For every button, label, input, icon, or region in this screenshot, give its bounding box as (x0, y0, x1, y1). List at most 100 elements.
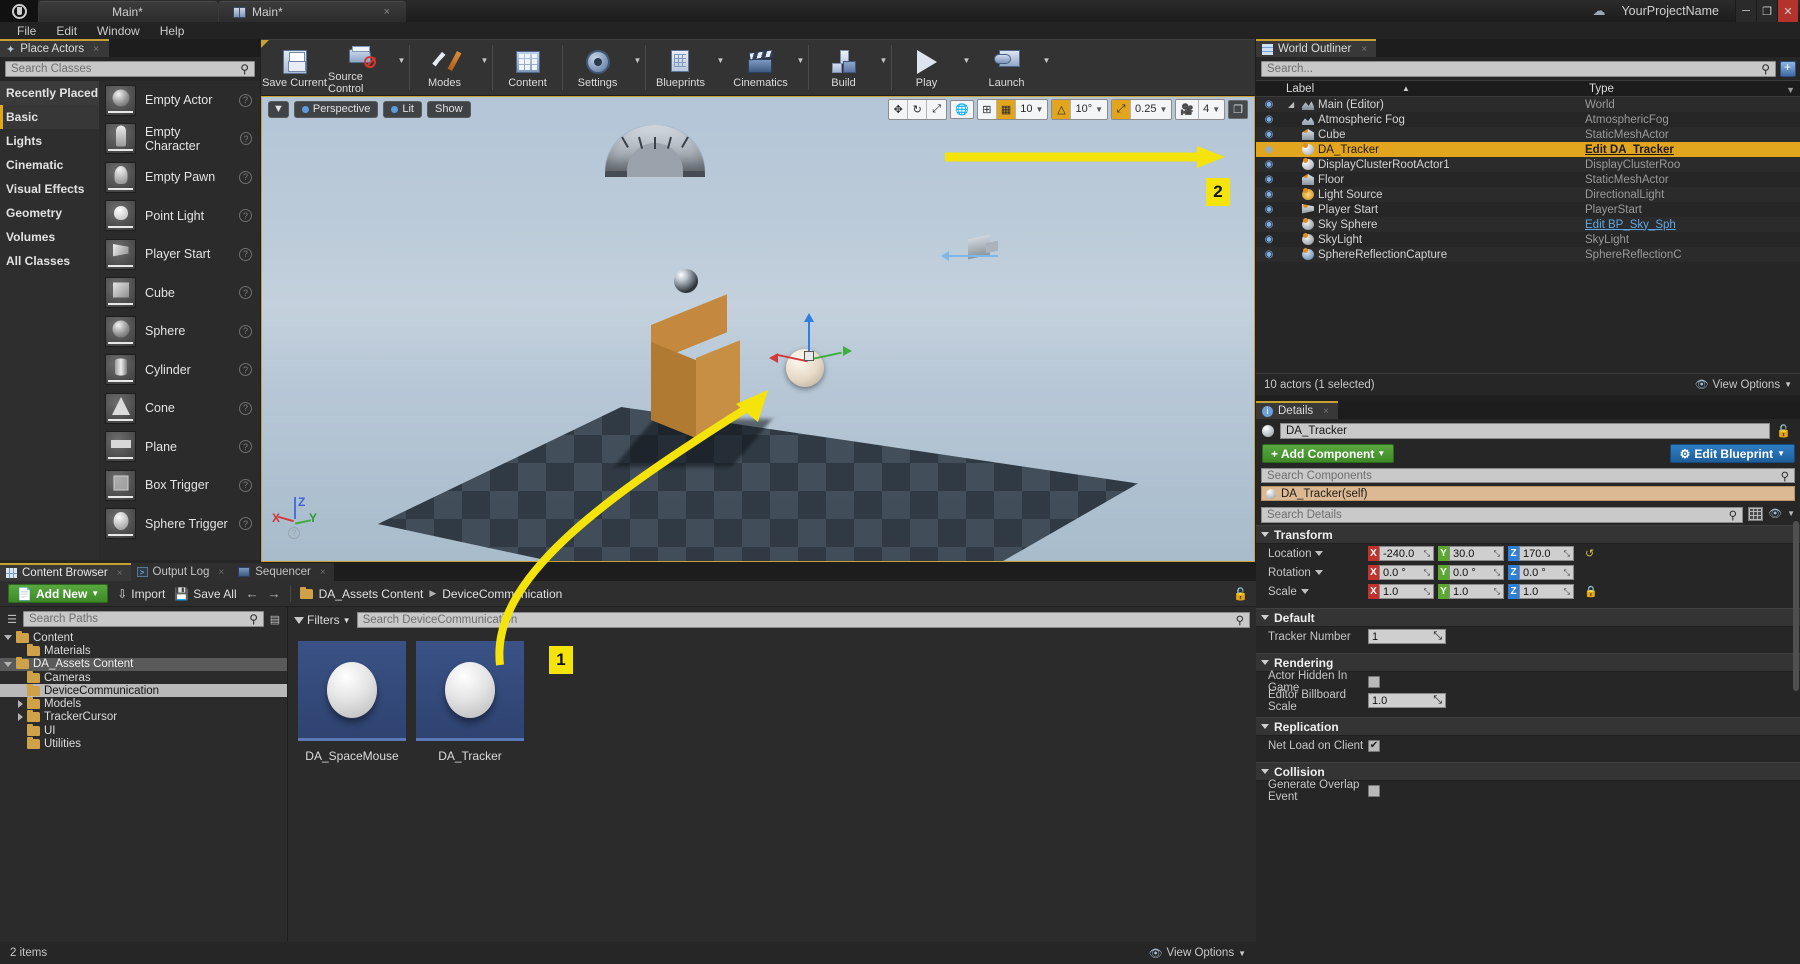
number-input[interactable]: 1.0 ⤡ (1368, 693, 1446, 708)
back-button[interactable]: ← (246, 586, 259, 601)
chevron-down-icon[interactable]: ▼ (794, 40, 807, 95)
spinner-icon[interactable]: ⤡ (1424, 587, 1430, 597)
content-tree-row[interactable]: DeviceCommunication (0, 683, 287, 698)
toolbar-save-current-button[interactable]: Save Current (261, 40, 328, 95)
scale-snap-toggle[interactable]: ⤢ (1112, 99, 1132, 119)
visibility-eye-icon[interactable]: ◉ (1256, 234, 1282, 245)
viewport-camera-actor[interactable] (941, 233, 1002, 267)
place-actors-category-recently-placed[interactable]: Recently Placed (0, 81, 99, 105)
spinner-icon[interactable]: ⤡ (1433, 630, 1442, 643)
search-components-input[interactable]: Search Components ⚲ (1261, 468, 1795, 483)
content-tree-row[interactable]: Content (0, 630, 287, 644)
expand-triangle-icon[interactable] (18, 713, 23, 722)
reset-to-default-icon[interactable]: ↺ (1585, 547, 1594, 560)
viewport-perspective-button[interactable]: Perspective (293, 100, 379, 118)
checkbox[interactable]: ✔ (1368, 739, 1380, 752)
toolbar-cinematics-button[interactable]: Cinematics (727, 40, 794, 95)
lock-icon[interactable]: 🔓 (1776, 424, 1795, 438)
outliner-row[interactable]: ◉ DisplayClusterRootActor1 DisplayClusterR… (1256, 157, 1800, 172)
lock-icon[interactable]: 🔓 (1233, 587, 1248, 601)
viewport-show-button[interactable]: Show (427, 100, 471, 118)
content-tree-row[interactable]: Cameras (0, 670, 287, 684)
outliner-row[interactable]: ◉ Atmospheric Fog AtmosphericFog (1256, 112, 1800, 127)
place-actor-item[interactable]: Cylinder? (99, 351, 260, 390)
visibility-eye-icon[interactable]: ◉ (1256, 114, 1282, 125)
help-icon[interactable]: ? (239, 401, 252, 415)
sources-filter-icon[interactable]: ☰ (5, 613, 19, 626)
outliner-row[interactable]: ◉ DA_Tracker Edit DA_Tracker (1256, 142, 1800, 157)
search-paths-input[interactable]: Search Paths ⚲ (23, 611, 264, 627)
filters-button[interactable]: Filters ▼ (294, 613, 351, 627)
toolbar-modes-button[interactable]: Modes (411, 40, 478, 95)
axis-x-input[interactable]: -240.0 ⤡ (1379, 546, 1434, 561)
visibility-eye-icon[interactable]: ◉ (1256, 144, 1282, 155)
close-icon[interactable]: × (1323, 406, 1329, 417)
help-icon[interactable]: ? (239, 132, 252, 146)
chevron-down-icon[interactable]: ▼ (877, 40, 890, 95)
close-icon[interactable]: × (320, 567, 326, 578)
add-new-button[interactable]: 📄 Add New ▼ (8, 584, 109, 603)
place-actors-category-visual-effects[interactable]: Visual Effects (0, 177, 99, 201)
place-actor-item[interactable]: Empty Character? (99, 120, 260, 159)
toolbar-content-button[interactable]: Content (494, 40, 561, 95)
sources-options-icon[interactable]: ▤ (268, 613, 282, 626)
help-icon[interactable]: ? (239, 517, 252, 531)
visibility-eye-icon[interactable]: ◉ (1256, 129, 1282, 140)
tab-place-actors[interactable]: ✦ Place Actors × (0, 39, 109, 57)
filter-icon[interactable]: ▼ (1786, 85, 1795, 95)
outliner-row[interactable]: ◉ Light Source DirectionalLight (1256, 187, 1800, 202)
place-actor-item[interactable]: Box Trigger? (99, 466, 260, 505)
world-space-toggle[interactable]: 🌐 (950, 99, 974, 119)
place-actor-item[interactable]: Empty Pawn? (99, 158, 260, 197)
cloud-icon[interactable]: ☁ (1592, 3, 1605, 19)
minimize-button[interactable]: ─ (1735, 0, 1756, 22)
help-icon[interactable]: ? (239, 93, 252, 107)
place-actor-item[interactable]: Sphere Trigger? (99, 505, 260, 544)
help-icon[interactable]: ? (239, 478, 252, 492)
place-actors-category-volumes[interactable]: Volumes (0, 225, 99, 249)
breadcrumb-item-0[interactable]: DA_Assets Content (319, 587, 424, 601)
help-icon[interactable]: ? (239, 324, 252, 338)
viewport-viewmode-button[interactable]: Lit (383, 100, 422, 118)
content-tree-row[interactable]: Models (0, 697, 287, 710)
spinner-icon[interactable]: ⤡ (1433, 694, 1442, 707)
axis-x-input[interactable]: 1.0 ⤡ (1379, 584, 1434, 599)
toolbar-blueprints-button[interactable]: Blueprints (647, 40, 714, 95)
help-icon[interactable]: ? (239, 363, 252, 377)
help-icon[interactable]: ? (239, 170, 252, 184)
number-input[interactable]: 1 ⤡ (1368, 629, 1446, 644)
search-details-input[interactable]: Search Details ⚲ (1261, 507, 1744, 523)
toolbar-launch-button[interactable]: Launch (973, 40, 1040, 95)
outliner-row[interactable]: ◉ Player Start PlayerStart (1256, 202, 1800, 217)
grid-snap-value[interactable]: 10 ▼ (1016, 100, 1047, 119)
outliner-row[interactable]: ◉ Cube StaticMeshActor (1256, 127, 1800, 142)
tab-details[interactable]: i Details × (1256, 401, 1338, 419)
spinner-icon[interactable]: ⤡ (1494, 549, 1500, 559)
chevron-down-icon[interactable]: ▼ (1040, 40, 1053, 95)
surface-snap-toggle[interactable]: ⊞ (978, 99, 997, 119)
expand-triangle-icon[interactable] (4, 661, 12, 667)
details-section-replication[interactable]: Replication (1256, 717, 1800, 736)
place-actor-item[interactable]: Plane? (99, 428, 260, 467)
close-icon[interactable]: × (218, 567, 224, 578)
toolbar-play-button[interactable]: Play (893, 40, 960, 95)
spinner-icon[interactable]: ⤡ (1424, 549, 1430, 559)
tab-world-outliner[interactable]: World Outliner × (1256, 39, 1377, 57)
window-tab-main-1[interactable]: Main* (38, 1, 218, 22)
search-classes-input[interactable]: Search Classes ⚲ (5, 61, 255, 77)
toolbar-source-control-button[interactable]: Source Control (328, 40, 395, 95)
outliner-row[interactable]: ◉ Floor StaticMeshActor (1256, 172, 1800, 187)
camera-speed-icon[interactable]: 🎥 (1176, 99, 1200, 119)
toolbar-build-button[interactable]: Build (810, 40, 877, 95)
chevron-down-icon[interactable]: ▼ (478, 40, 491, 95)
checkbox[interactable] (1368, 784, 1380, 797)
outliner-row-type[interactable]: Edit BP_Sky_Sph (1585, 219, 1800, 231)
chevron-down-icon[interactable]: ▼ (1787, 509, 1795, 518)
column-label[interactable]: Label ▲ (1282, 83, 1585, 95)
actor-name-input[interactable]: DA_Tracker (1280, 423, 1771, 439)
chevron-down-icon[interactable] (1314, 570, 1323, 575)
spinner-icon[interactable]: ⤡ (1494, 568, 1500, 578)
close-button[interactable]: ✕ (1777, 0, 1798, 22)
help-icon[interactable]: ? (239, 440, 252, 454)
axis-y-input[interactable]: 1.0 ⤡ (1449, 584, 1504, 599)
